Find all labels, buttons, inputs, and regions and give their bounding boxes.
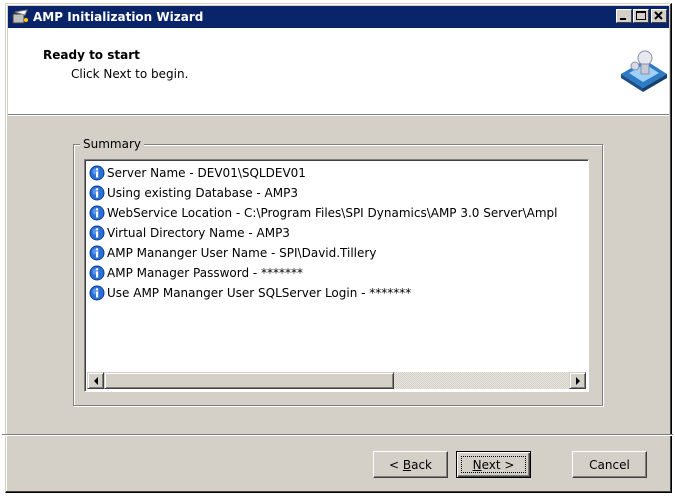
maximize-icon xyxy=(636,11,646,20)
window-title: AMP Initialization Wizard xyxy=(33,10,204,24)
info-icon xyxy=(89,225,105,241)
list-item-text: Server Name - DEV01\SQLDEV01 xyxy=(107,166,306,180)
info-icon xyxy=(89,245,105,261)
list-item[interactable]: AMP Manager Password - ******* xyxy=(89,263,303,283)
info-icon xyxy=(89,265,105,281)
list-item[interactable]: Virtual Directory Name - AMP3 xyxy=(89,223,290,243)
list-item-text: Using existing Database - AMP3 xyxy=(107,186,298,200)
info-icon xyxy=(89,185,105,201)
page-title: Ready to start xyxy=(43,48,140,62)
maximize-button[interactable] xyxy=(633,9,649,23)
list-item-text: Use AMP Mananger User SQLServer Login - … xyxy=(107,286,412,300)
cancel-button[interactable]: Cancel xyxy=(572,451,647,478)
close-icon xyxy=(654,11,663,20)
scroll-right-button[interactable] xyxy=(569,372,586,389)
header-divider xyxy=(8,115,669,116)
page-subtitle: Click Next to begin. xyxy=(71,67,189,81)
arrow-left-icon xyxy=(93,376,98,385)
summary-listbox[interactable]: Server Name - DEV01\SQLDEV01 Using exist… xyxy=(84,159,589,392)
info-icon xyxy=(89,285,105,301)
list-item[interactable]: Use AMP Mananger User SQLServer Login - … xyxy=(89,283,411,303)
list-item-text: WebService Location - C:\Program Files\S… xyxy=(107,206,558,220)
minimize-icon xyxy=(620,18,626,20)
horizontal-scrollbar[interactable] xyxy=(87,372,586,389)
back-button-mnemonic: B xyxy=(402,457,412,472)
back-button[interactable]: < Back xyxy=(373,451,448,478)
summary-label: Summary xyxy=(80,137,144,151)
wizard-banner-graphic xyxy=(621,50,667,92)
info-icon xyxy=(89,165,105,181)
scroll-thumb[interactable] xyxy=(104,372,394,389)
list-item-text: AMP Manager Password - ******* xyxy=(107,266,304,280)
list-item[interactable]: WebService Location - C:\Program Files\S… xyxy=(89,203,558,223)
next-button-label: ext > xyxy=(481,457,515,472)
next-button-mnemonic: N xyxy=(472,457,482,472)
minimize-button[interactable] xyxy=(616,9,632,23)
cancel-button-label: Cancel xyxy=(589,457,630,472)
list-item-text: Virtual Directory Name - AMP3 xyxy=(107,226,290,240)
scroll-left-button[interactable] xyxy=(87,372,104,389)
list-item[interactable]: Using existing Database - AMP3 xyxy=(89,183,298,203)
next-button[interactable]: Next > xyxy=(456,451,531,478)
arrow-right-icon xyxy=(575,376,580,385)
list-item[interactable]: AMP Mananger User Name - SPI\David.Tille… xyxy=(89,243,376,263)
footer-divider-highlight xyxy=(2,435,673,436)
back-button-label: ack xyxy=(411,457,432,472)
list-item-text: AMP Mananger User Name - SPI\David.Tille… xyxy=(107,246,377,260)
info-icon xyxy=(89,205,105,221)
close-button[interactable] xyxy=(651,9,667,23)
title-bar[interactable]: AMP Initialization Wizard xyxy=(8,6,669,28)
back-button-prefix: < xyxy=(388,457,403,472)
wizard-app-icon xyxy=(12,9,28,24)
list-item[interactable]: Server Name - DEV01\SQLDEV01 xyxy=(89,163,306,183)
wizard-header: Ready to start Click Next to begin. xyxy=(8,28,669,115)
